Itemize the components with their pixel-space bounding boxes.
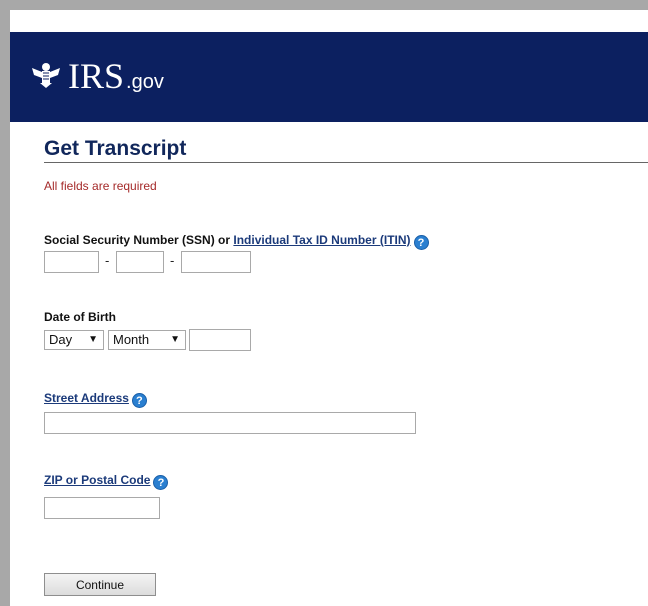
- itin-link[interactable]: Individual Tax ID Number (ITIN): [233, 233, 410, 247]
- page: IRS .gov Get Transcript All fields are r…: [10, 10, 648, 606]
- ssn-label-text: Social Security Number (SSN) or: [44, 233, 234, 247]
- ssn-part-3-input[interactable]: [181, 251, 251, 273]
- dob-label: Date of Birth: [44, 310, 116, 324]
- question-circle-icon[interactable]: ?: [153, 475, 169, 490]
- zip-label: ZIP or Postal Code?: [44, 473, 169, 490]
- street-address-link[interactable]: Street Address: [44, 391, 129, 405]
- title-divider: [44, 162, 648, 163]
- chevron-down-icon: ▼: [88, 334, 98, 345]
- zip-code-input[interactable]: [44, 497, 160, 519]
- window-left-edge: [0, 0, 10, 606]
- birth-year-input[interactable]: [189, 329, 251, 351]
- ssn-part-2-input[interactable]: [116, 251, 164, 273]
- brand-suffix: .gov: [126, 71, 164, 93]
- zip-code-link[interactable]: ZIP or Postal Code: [44, 473, 150, 487]
- question-circle-icon[interactable]: ?: [131, 393, 147, 408]
- continue-button[interactable]: Continue: [44, 573, 156, 596]
- street-address-input[interactable]: [44, 412, 416, 434]
- month-select[interactable]: Month ▼: [108, 330, 186, 350]
- ssn-separator: -: [170, 253, 175, 268]
- window-top-edge: [0, 0, 648, 10]
- ssn-part-1-input[interactable]: [44, 251, 99, 273]
- day-select[interactable]: Day ▼: [44, 330, 104, 350]
- required-note: All fields are required: [44, 179, 157, 193]
- chevron-down-icon: ▼: [170, 334, 180, 345]
- irs-logo[interactable]: IRS .gov: [30, 58, 164, 94]
- irs-header: IRS .gov: [10, 32, 648, 122]
- ssn-label: Social Security Number (SSN) or Individu…: [44, 233, 429, 250]
- month-select-value: Month: [113, 332, 150, 347]
- brand-name: IRS: [68, 56, 125, 96]
- page-title: Get Transcript: [44, 137, 187, 160]
- street-label: Street Address?: [44, 391, 147, 408]
- question-circle-icon[interactable]: ?: [413, 235, 429, 250]
- ssn-separator: -: [105, 253, 110, 268]
- eagle-icon: [32, 63, 60, 88]
- day-select-value: Day: [49, 332, 73, 347]
